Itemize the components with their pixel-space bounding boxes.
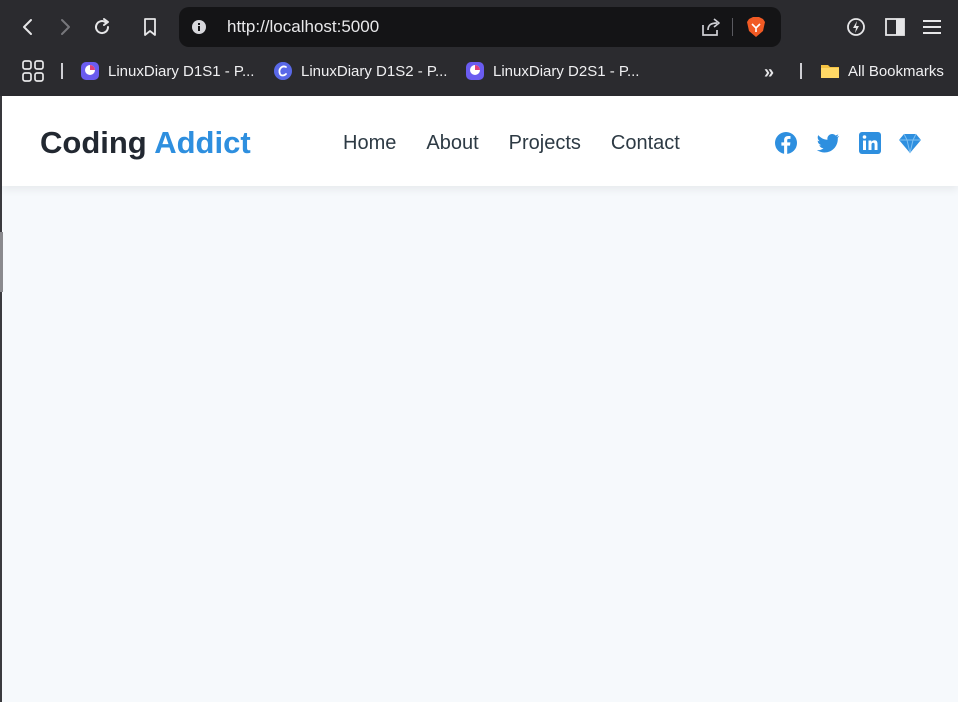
address-bar[interactable]: http://localhost:5000 (179, 7, 781, 47)
diamond-icon[interactable] (898, 131, 922, 155)
browser-toolbar: http://localhost:5000 (0, 0, 958, 54)
reload-icon (95, 18, 110, 35)
site-header: Coding Addict Home About Projects Contac… (2, 96, 958, 186)
site-logo[interactable]: Coding Addict (40, 96, 251, 190)
canva-favicon-icon (274, 62, 292, 80)
reload-button[interactable] (87, 12, 117, 42)
leo-ai-button[interactable] (843, 14, 869, 40)
omnibox-divider (732, 18, 733, 36)
bookmark-button[interactable] (135, 12, 165, 42)
page-left-edge (0, 96, 2, 702)
browser-chrome: http://localhost:5000 LinuxDiary D1S1 - … (0, 0, 958, 96)
forward-arrow-icon (61, 19, 70, 35)
info-icon[interactable] (191, 19, 207, 35)
logo-accent-text: Addict (154, 125, 251, 160)
forward-button[interactable] (50, 12, 80, 42)
bookmarks-divider (800, 63, 802, 79)
bookmark-item[interactable]: LinuxDiary D1S2 - P... (273, 54, 447, 88)
sidebar-toggle-button[interactable] (882, 14, 908, 40)
menu-button[interactable] (919, 14, 945, 40)
bookmark-item[interactable]: LinuxDiary D2S1 - P... (465, 54, 639, 88)
all-bookmarks-label: All Bookmarks (848, 62, 944, 80)
bookmark-icon (144, 18, 156, 36)
linuxdiary-favicon-icon (466, 62, 484, 80)
page-viewport: Coding Addict Home About Projects Contac… (0, 96, 958, 702)
linuxdiary-favicon-icon (81, 62, 99, 80)
apps-grid-icon[interactable] (21, 59, 45, 83)
share-icon[interactable] (700, 17, 722, 37)
bookmark-label: LinuxDiary D1S2 - P... (301, 62, 448, 80)
facebook-icon[interactable] (774, 131, 798, 155)
nav-link-about[interactable]: About (426, 132, 478, 155)
leo-icon (847, 18, 865, 36)
nav-link-projects[interactable]: Projects (509, 132, 581, 155)
nav-link-home[interactable]: Home (343, 132, 396, 155)
main-nav: Home About Projects Contact (343, 96, 710, 190)
page-edge-marker (0, 232, 3, 292)
bookmark-label: LinuxDiary D2S1 - P... (493, 62, 640, 80)
logo-primary-text: Coding (40, 125, 147, 160)
linkedin-icon[interactable] (858, 131, 882, 155)
all-bookmarks-button[interactable]: All Bookmarks (820, 54, 944, 88)
back-button[interactable] (13, 12, 43, 42)
hamburger-menu-icon (923, 20, 941, 34)
bookmark-label: LinuxDiary D1S1 - P... (108, 62, 255, 80)
brave-shields-icon[interactable] (746, 16, 766, 38)
back-arrow-icon (23, 19, 32, 35)
twitter-icon[interactable] (816, 131, 840, 155)
sidebar-icon (885, 18, 905, 36)
more-bookmarks-button[interactable]: » (764, 62, 774, 83)
folder-icon (821, 65, 839, 78)
bookmark-item[interactable]: LinuxDiary D1S1 - P... (80, 54, 254, 88)
bookmarks-bar: LinuxDiary D1S1 - P... LinuxDiary D1S2 -… (0, 54, 958, 96)
url-text[interactable]: http://localhost:5000 (227, 7, 379, 47)
bookmarks-divider (61, 63, 63, 79)
nav-link-contact[interactable]: Contact (611, 132, 680, 155)
